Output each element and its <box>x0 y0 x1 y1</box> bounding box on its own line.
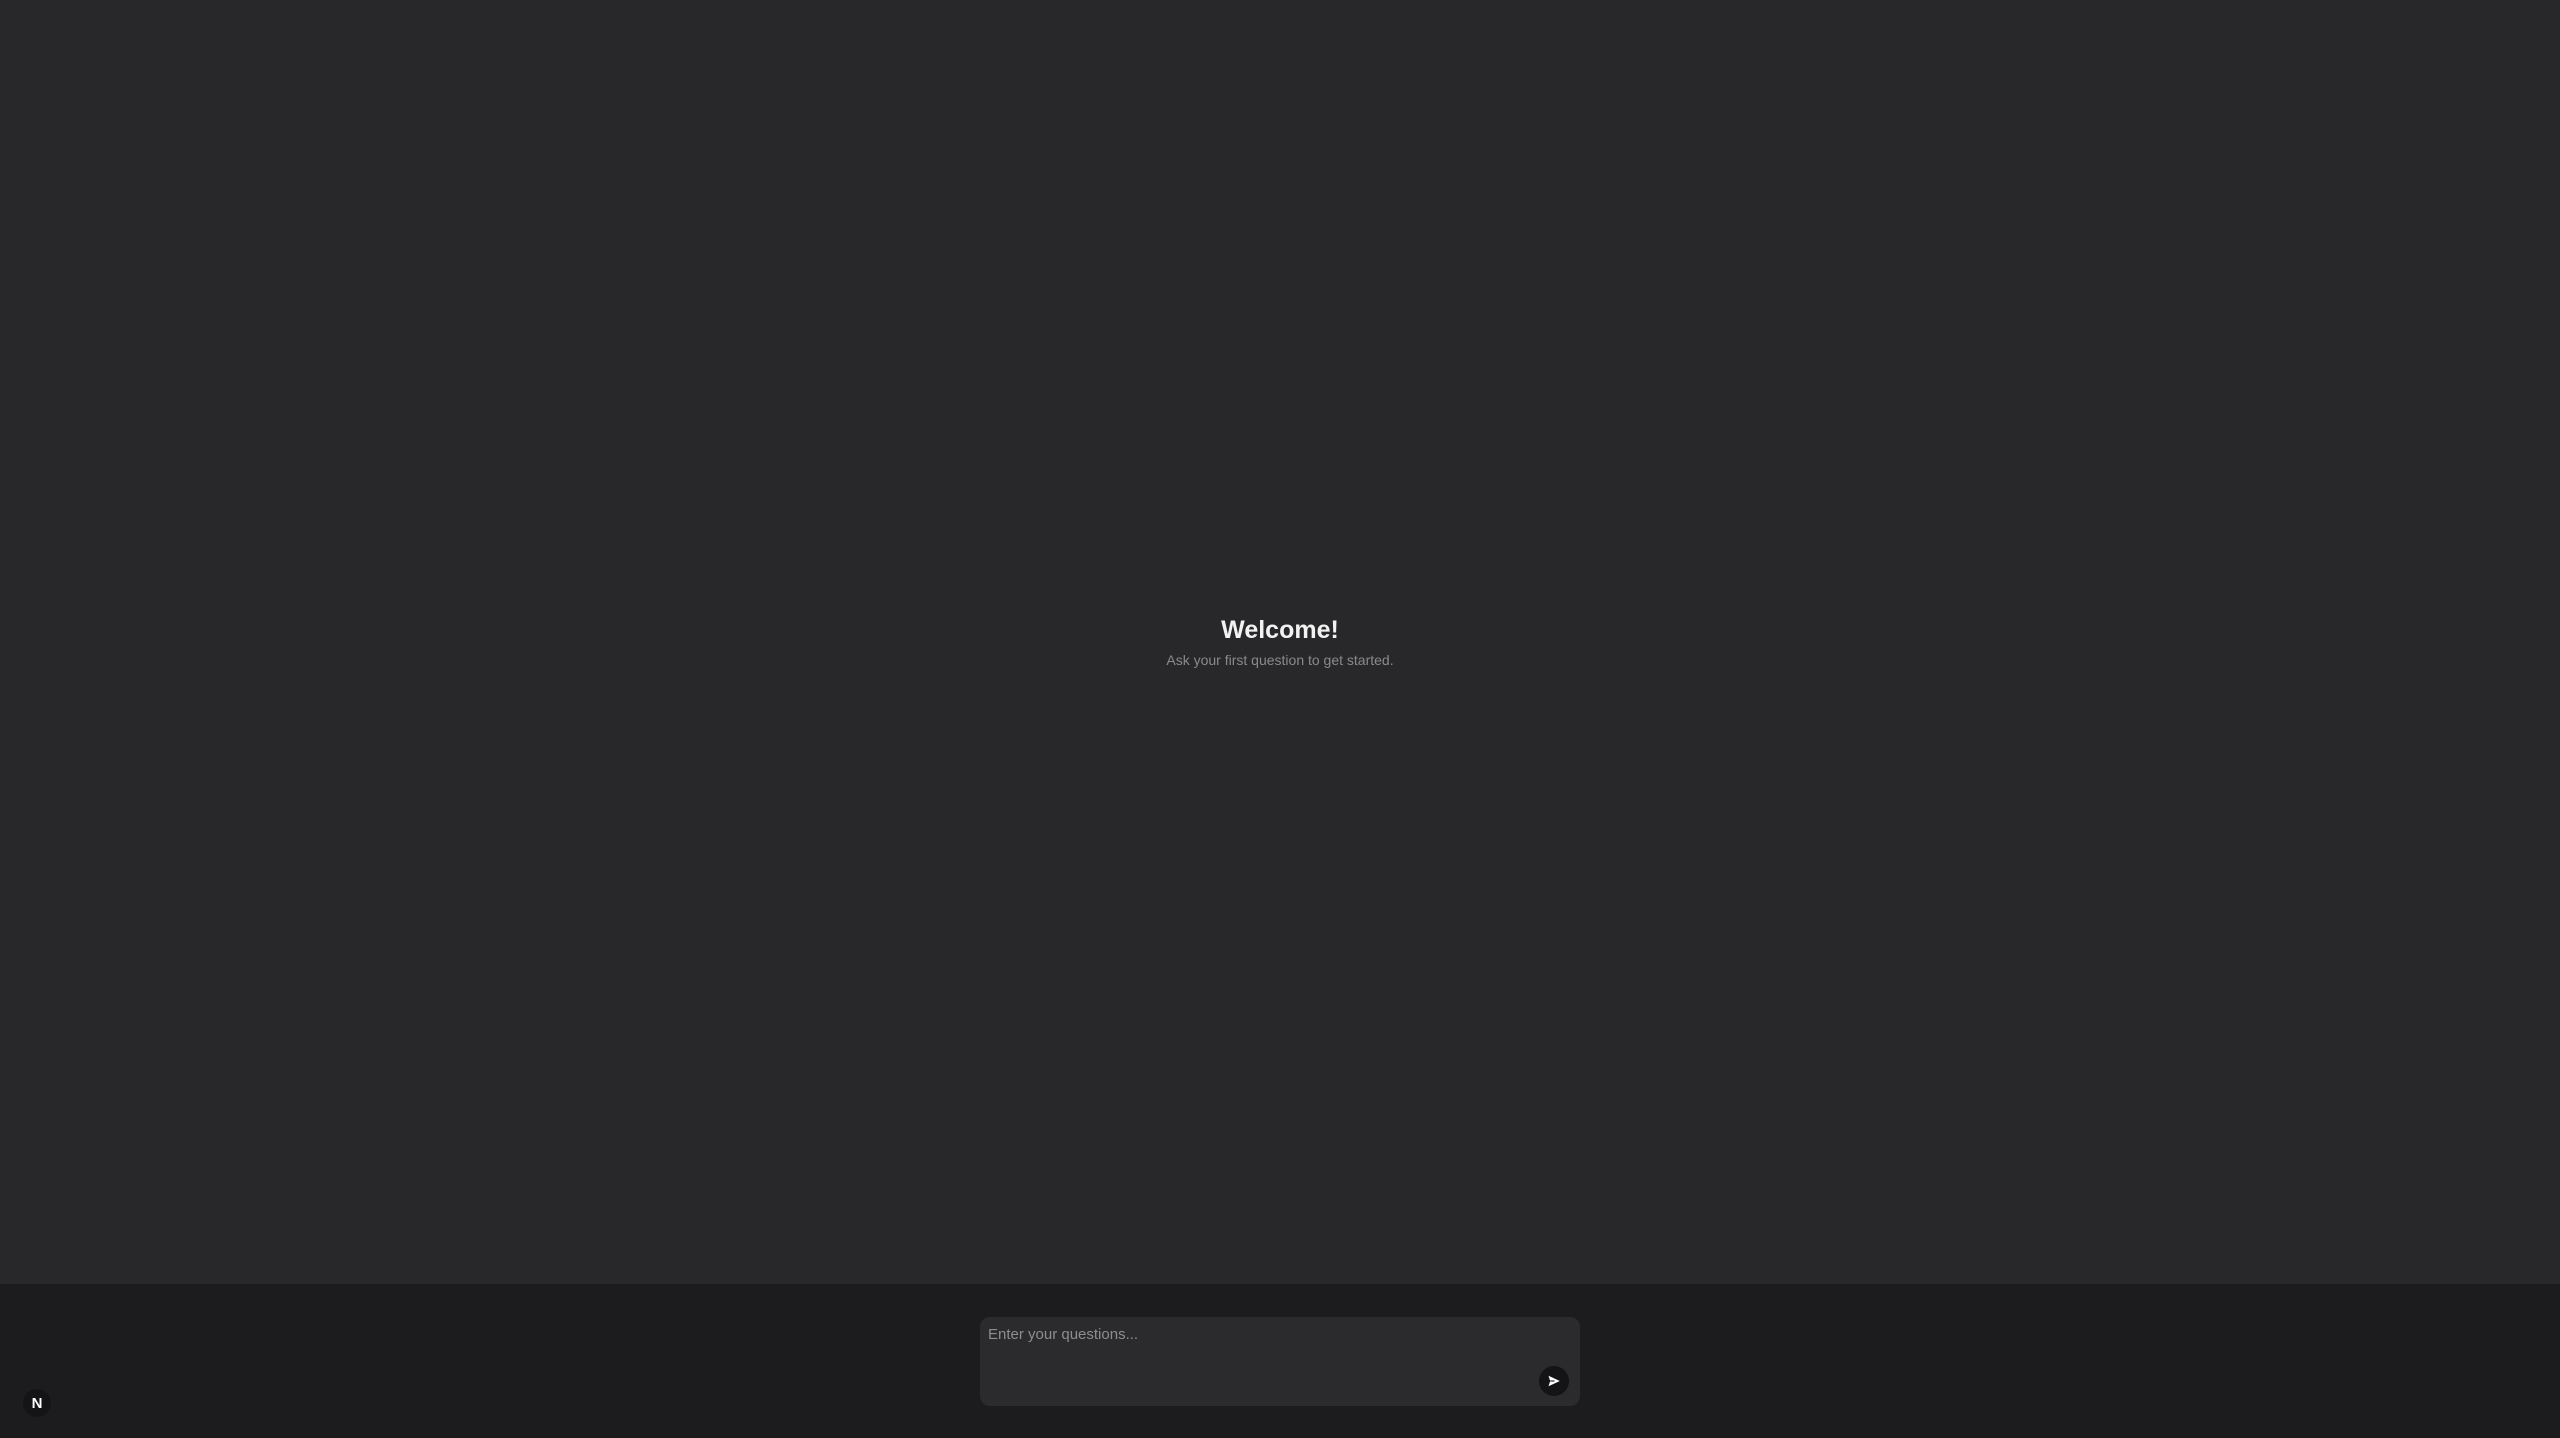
logo-n-icon: N <box>31 1394 43 1412</box>
app-window: Welcome! Ask your first question to get … <box>0 0 2560 1438</box>
chat-area: Welcome! Ask your first question to get … <box>0 0 2560 1284</box>
app-logo-badge[interactable]: N <box>23 1389 51 1417</box>
welcome-subtitle: Ask your first question to get started. <box>1166 652 1394 668</box>
composer-bar <box>0 1284 2560 1438</box>
send-button[interactable] <box>1539 1366 1569 1396</box>
composer <box>980 1317 1580 1406</box>
welcome-title: Welcome! <box>1221 616 1339 644</box>
question-input[interactable] <box>988 1325 1528 1395</box>
welcome-message: Welcome! Ask your first question to get … <box>0 612 2560 670</box>
send-arrow-icon <box>1548 1375 1560 1387</box>
